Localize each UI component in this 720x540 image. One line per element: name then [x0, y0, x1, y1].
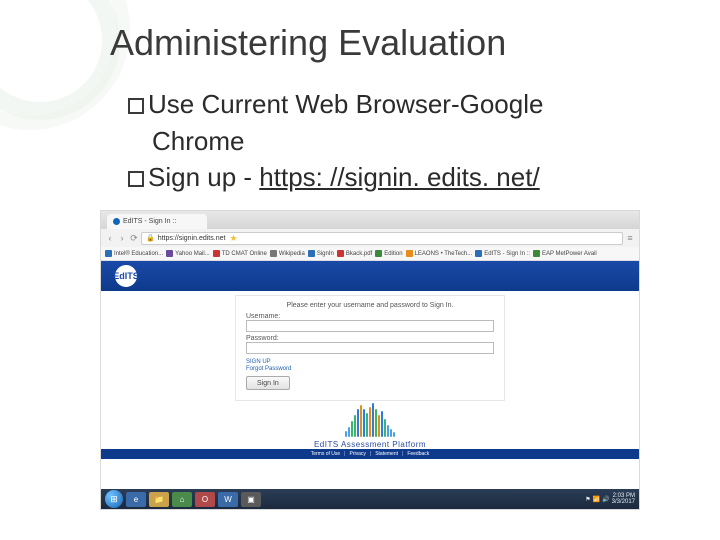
tab-title: EdITS - Sign In :: — [123, 218, 176, 225]
taskbar-item[interactable]: e — [126, 492, 146, 507]
brand-logo: EdITS — [115, 265, 137, 287]
bookmark-item[interactable]: Intel® Education... — [105, 250, 163, 257]
bookmark-icon — [270, 250, 277, 257]
footer-link[interactable]: Feedback — [407, 451, 429, 457]
address-bar[interactable]: 🔒 https://signin.edits.net ★ — [141, 232, 623, 245]
browser-tab[interactable]: EdITS - Sign In :: — [107, 214, 207, 229]
url-text: https://signin.edits.net — [158, 235, 226, 242]
bullet-1-prefix: Use — [148, 89, 194, 119]
embedded-screenshot: EdITS - Sign In :: ‹ › ⟳ 🔒 https://signi… — [100, 210, 640, 510]
page-content: Please enter your username and password … — [101, 291, 639, 479]
bookmark-item[interactable]: Wikipedia — [270, 250, 305, 257]
decor-ring-inner — [0, 0, 120, 120]
page-footer: Terms of Use| Privacy| Statement| Feedba… — [101, 449, 639, 459]
tray-date: 3/3/2017 — [612, 499, 635, 505]
taskbar-item[interactable]: 📁 — [149, 492, 169, 507]
slide-title: Administering Evaluation — [110, 22, 690, 64]
bullet-2: Sign up - https: //signin. edits. net/ — [128, 161, 670, 194]
star-icon[interactable]: ★ — [229, 233, 237, 244]
bullet-1-line2: Chrome — [128, 125, 670, 158]
login-card: Please enter your username and password … — [235, 295, 505, 401]
username-input[interactable] — [246, 320, 494, 332]
bookmark-item[interactable]: TD CMAT Online — [213, 250, 267, 257]
taskbar-item[interactable]: O — [195, 492, 215, 507]
footer-link[interactable]: Statement — [375, 451, 398, 457]
browser-tab-bar: EdITS - Sign In :: — [101, 211, 639, 229]
bookmark-icon — [406, 250, 413, 257]
bookmark-item[interactable]: SignIn — [308, 250, 334, 257]
bookmark-item[interactable]: EAP MetPower Avail — [533, 250, 597, 257]
menu-icon[interactable]: ≡ — [625, 233, 635, 243]
bullet-2-prefix: Sign — [148, 162, 200, 192]
favicon-icon — [113, 218, 120, 225]
bullet-1-rest: Current Web Browser-Google — [194, 89, 543, 119]
platform-name: EdITS Assessment Platform — [310, 440, 430, 449]
username-label: Username: — [246, 313, 494, 320]
back-icon[interactable]: ‹ — [105, 233, 115, 243]
bookmark-icon — [166, 250, 173, 257]
reload-icon[interactable]: ⟳ — [129, 233, 139, 243]
bookmark-item[interactable]: Edition — [375, 250, 402, 257]
taskbar-item[interactable]: ⌂ — [172, 492, 192, 507]
waveform-icon — [310, 403, 430, 437]
tray-network-icon[interactable]: 📶 — [593, 496, 600, 503]
bookmark-icon — [533, 250, 540, 257]
bookmarks-bar: Intel® Education... Yahoo Mail... TD CMA… — [101, 247, 639, 261]
taskbar-item[interactable]: ▣ — [241, 492, 261, 507]
login-prompt: Please enter your username and password … — [246, 302, 494, 309]
bookmark-icon — [105, 250, 112, 257]
browser-toolbar: ‹ › ⟳ 🔒 https://signin.edits.net ★ ≡ — [101, 229, 639, 247]
bookmark-item[interactable]: LEAONS • TheTech... — [406, 250, 473, 257]
bullet-list: Use Current Web Browser-Google Chrome Si… — [128, 88, 670, 198]
forward-icon[interactable]: › — [117, 233, 127, 243]
taskbar-item[interactable]: W — [218, 492, 238, 507]
bookmark-item[interactable]: Bkack.pdf — [337, 250, 372, 257]
bookmark-icon — [213, 250, 220, 257]
tray-flag-icon[interactable]: ⚑ — [585, 496, 590, 503]
tray-volume-icon[interactable]: 🔊 — [602, 496, 609, 503]
footer-link[interactable]: Terms of Use — [311, 451, 340, 457]
checkbox-icon — [128, 98, 144, 114]
lock-icon: 🔒 — [146, 234, 155, 242]
signup-link[interactable]: SIGN UP — [246, 359, 271, 365]
password-input[interactable] — [246, 342, 494, 354]
bookmark-icon — [375, 250, 382, 257]
signup-url-link[interactable]: https: //signin. edits. net/ — [259, 162, 539, 192]
bullet-2-rest: up - — [200, 162, 259, 192]
footer-link[interactable]: Privacy — [349, 451, 365, 457]
brand-header: EdITS — [101, 261, 639, 291]
checkbox-icon — [128, 171, 144, 187]
system-tray: ⚑ 📶 🔊 2:03 PM 3/3/2017 — [585, 493, 635, 505]
windows-taskbar: ⊞ e 📁 ⌂ O W ▣ ⚑ 📶 🔊 2:03 PM 3/3/2017 — [101, 489, 639, 509]
forgot-password-link[interactable]: Forgot Password — [246, 366, 494, 372]
bookmark-item[interactable]: EdITS - Sign In :: — [475, 250, 530, 257]
bookmark-icon — [337, 250, 344, 257]
bookmark-item[interactable]: Yahoo Mail... — [166, 250, 210, 257]
start-button[interactable]: ⊞ — [105, 490, 123, 508]
bullet-1: Use Current Web Browser-Google — [128, 88, 670, 121]
platform-logo: EdITS Assessment Platform — [310, 403, 430, 449]
password-label: Password: — [246, 335, 494, 342]
tray-clock[interactable]: 2:03 PM 3/3/2017 — [612, 493, 635, 505]
bookmark-icon — [308, 250, 315, 257]
signin-button[interactable]: Sign In — [246, 376, 290, 390]
bookmark-icon — [475, 250, 482, 257]
